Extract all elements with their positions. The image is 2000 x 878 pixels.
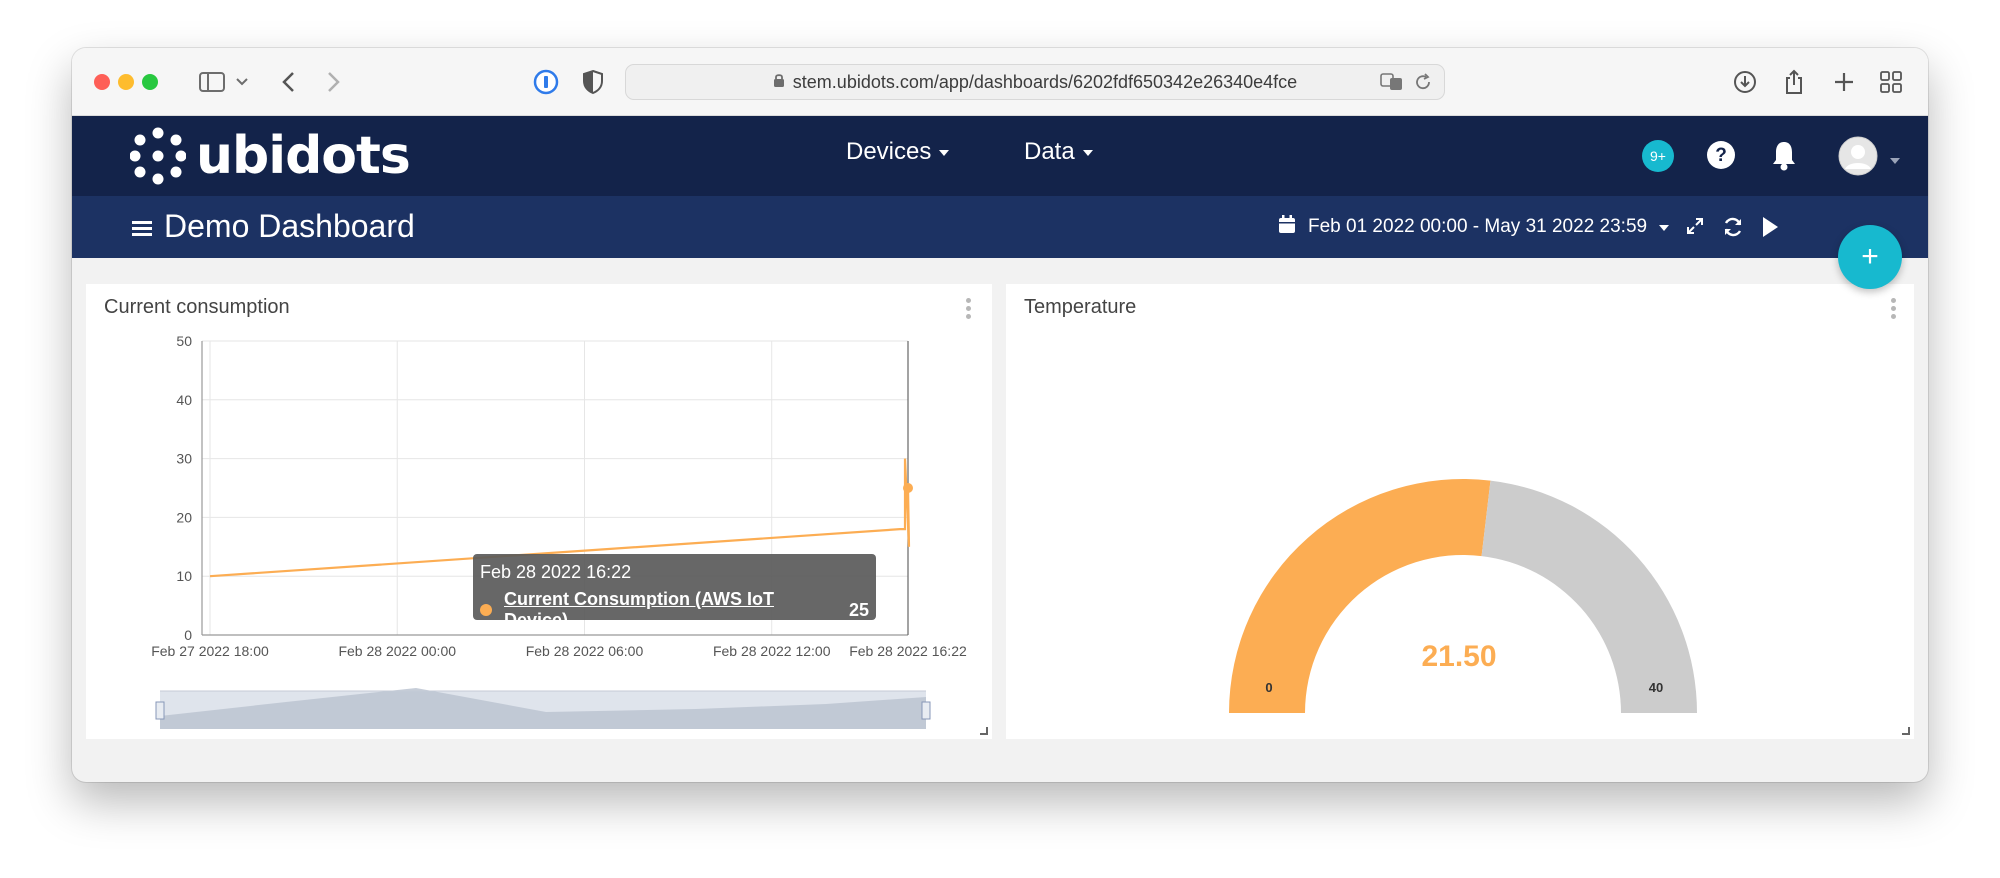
chart-tooltip: Feb 28 2022 16:22 Current Consumption (A… xyxy=(473,554,876,630)
navigator-left-handle xyxy=(155,701,165,720)
play-icon[interactable] xyxy=(1761,216,1779,243)
user-avatar[interactable] xyxy=(1838,136,1878,181)
x-tick-label: Feb 28 2022 12:00 xyxy=(713,643,831,659)
gauge-value-arc xyxy=(1229,479,1491,713)
bell-icon[interactable] xyxy=(1770,139,1798,176)
app-header: ubidots Devices Data 9+ ? xyxy=(72,116,1928,196)
share-icon[interactable] xyxy=(1782,68,1806,96)
password-manager-icon[interactable] xyxy=(532,68,560,96)
caret-down-icon xyxy=(939,150,950,156)
logo-text: ubidots xyxy=(196,126,411,186)
tooltip-series: Current Consumption (AWS IoT Device) xyxy=(504,589,774,630)
y-tick-label: 0 xyxy=(184,627,192,643)
downloads-icon[interactable] xyxy=(1732,68,1758,96)
date-range-picker[interactable]: Feb 01 2022 00:00 - May 31 2022 23:59 xyxy=(1278,214,1670,240)
series-dot-icon xyxy=(480,604,492,616)
fullscreen-icon[interactable] xyxy=(1686,217,1704,240)
translate-icon[interactable] xyxy=(1380,72,1404,97)
new-tab-icon[interactable] xyxy=(1832,68,1856,96)
hover-point xyxy=(903,483,913,493)
x-tick-label: Feb 28 2022 16:22 xyxy=(849,643,967,659)
nav-data-label: Data xyxy=(1024,138,1075,165)
resize-handle-icon[interactable] xyxy=(1902,727,1910,735)
minimize-window-button[interactable] xyxy=(118,74,134,90)
tooltip-value: 25 xyxy=(848,599,869,620)
privacy-shield-icon[interactable] xyxy=(580,68,606,96)
nav-data[interactable]: Data xyxy=(1024,138,1093,166)
navigator-right-handle xyxy=(921,701,931,720)
dashboard-title: Demo Dashboard xyxy=(164,208,415,244)
logo-dots-icon xyxy=(130,127,186,185)
y-tick-label: 20 xyxy=(176,509,192,525)
refresh-icon[interactable] xyxy=(1722,216,1744,243)
nav-devices-label: Devices xyxy=(846,138,932,165)
gauge-remaining-arc xyxy=(1481,480,1697,713)
y-tick-label: 30 xyxy=(176,451,192,467)
add-widget-button[interactable]: + xyxy=(1838,225,1902,289)
browser-toolbar: stem.ubidots.com/app/dashboards/6202fdf6… xyxy=(72,48,1928,116)
tooltip-time: Feb 28 2022 16:22 xyxy=(480,562,632,582)
nav-devices[interactable]: Devices xyxy=(846,138,950,166)
gauge-max-label: 40 xyxy=(1649,680,1663,695)
x-tick-label: Feb 28 2022 06:00 xyxy=(526,643,644,659)
dashboard-bar: Demo Dashboard Feb 01 2022 00:00 - May 3… xyxy=(72,196,1928,258)
avatar-caret-icon[interactable] xyxy=(1890,152,1900,170)
y-tick-label: 10 xyxy=(176,568,192,584)
y-tick-label: 50 xyxy=(176,333,192,349)
dashboard-title-group[interactable]: Demo Dashboard xyxy=(132,208,415,245)
help-icon[interactable]: ? xyxy=(1706,140,1736,175)
gauge-min-label: 0 xyxy=(1265,680,1272,695)
x-tick-label: Feb 28 2022 00:00 xyxy=(338,643,456,659)
hamburger-menu-icon[interactable] xyxy=(132,208,152,245)
calendar-icon xyxy=(1278,214,1296,240)
caret-down-icon xyxy=(1082,150,1093,156)
gauge-value-label: 21.50 xyxy=(1421,640,1496,673)
close-window-button[interactable] xyxy=(94,74,110,90)
y-tick-label: 40 xyxy=(176,392,192,408)
address-bar[interactable]: stem.ubidots.com/app/dashboards/6202fdf6… xyxy=(625,64,1445,100)
reload-icon[interactable] xyxy=(1414,73,1432,96)
x-tick-label: Feb 27 2022 18:00 xyxy=(151,643,269,659)
back-arrow-icon[interactable] xyxy=(278,68,298,96)
tab-overview-icon[interactable] xyxy=(1878,68,1904,96)
notifications-count-badge[interactable]: 9+ xyxy=(1642,140,1674,172)
zoom-window-button[interactable] xyxy=(142,74,158,90)
browser-window: stem.ubidots.com/app/dashboards/6202fdf6… xyxy=(72,48,1928,782)
caret-down-icon xyxy=(1659,225,1670,231)
chevron-down-icon[interactable] xyxy=(234,68,250,96)
svg-text:?: ? xyxy=(1715,145,1727,166)
temperature-widget: Temperature 21.50 0 40 xyxy=(1006,284,1914,739)
gauge-chart: 21.50 0 40 xyxy=(1229,479,1697,713)
current-consumption-widget: Current consumption 0 10 20 30 40 50 Feb 27 20… xyxy=(86,284,992,739)
resize-handle-icon[interactable] xyxy=(980,727,988,735)
date-range-text: Feb 01 2022 00:00 - May 31 2022 23:59 xyxy=(1308,216,1648,237)
line-chart[interactable]: 0 10 20 30 40 50 Feb 27 2022 18:00 Feb 28 2022 … xyxy=(86,284,992,739)
ubidots-logo[interactable]: ubidots xyxy=(130,126,411,186)
sidebar-icon[interactable] xyxy=(198,68,226,96)
forward-arrow-icon[interactable] xyxy=(324,68,344,96)
lock-icon xyxy=(773,72,785,93)
url-text: stem.ubidots.com/app/dashboards/6202fdf6… xyxy=(792,71,1298,92)
